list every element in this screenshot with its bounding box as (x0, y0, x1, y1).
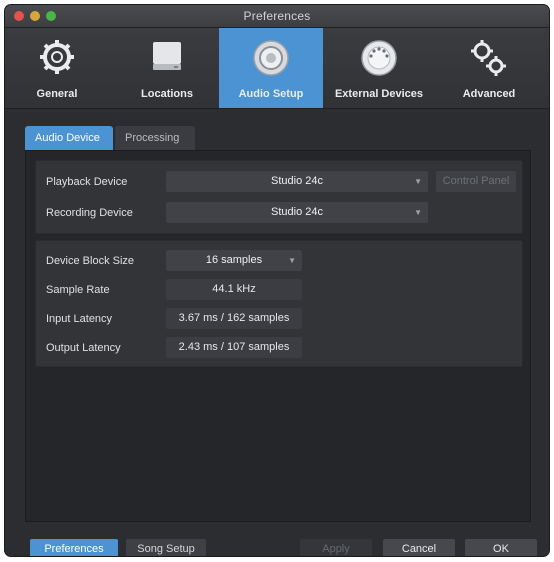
control-panel-button[interactable]: Control Panel (436, 171, 516, 192)
ok-button[interactable]: OK (465, 539, 537, 556)
toolbar-item-general[interactable]: General (5, 28, 109, 108)
block-size-dropdown[interactable]: 16 samples ▼ (166, 250, 302, 271)
playback-device-dropdown[interactable]: Studio 24c ▼ (166, 171, 428, 192)
audio-device-panel: Playback Device Studio 24c ▼ Control Pan… (25, 150, 531, 522)
settings-group: Device Block Size 16 samples ▼ Sample Ra… (35, 240, 523, 367)
sample-rate-label: Sample Rate (46, 284, 110, 296)
gears-icon (471, 40, 506, 76)
toolbar-item-locations[interactable]: Locations (115, 28, 219, 108)
chevron-down-icon: ▼ (414, 208, 422, 217)
toolbar-item-advanced[interactable]: Advanced (437, 28, 541, 108)
chevron-down-icon: ▼ (414, 177, 422, 186)
recording-device-value: Studio 24c (271, 206, 323, 218)
toolbar-label-audio-setup: Audio Setup (238, 88, 304, 100)
song-setup-button[interactable]: Song Setup (126, 539, 206, 556)
preferences-button[interactable]: Preferences (30, 539, 118, 556)
cancel-button[interactable]: Cancel (383, 539, 455, 556)
tab-audio-device[interactable]: Audio Device (25, 126, 113, 150)
preferences-window: Preferences General Locations Audio Setu… (5, 5, 549, 556)
window-title: Preferences (243, 9, 311, 23)
toolbar-item-audio-setup[interactable]: Audio Setup (219, 28, 323, 108)
chevron-down-icon: ▼ (288, 256, 296, 265)
output-latency-label: Output Latency (46, 342, 121, 354)
input-latency-value: 3.67 ms / 162 samples (166, 308, 302, 329)
playback-device-value: Studio 24c (271, 175, 323, 187)
block-size-value: 16 samples (205, 254, 263, 266)
preferences-toolbar: General Locations Audio Setup External D… (5, 28, 549, 109)
title-bar: Preferences (5, 5, 549, 28)
toolbar-label-general: General (36, 88, 78, 100)
toolbar-label-advanced: Advanced (462, 88, 516, 100)
toolbar-label-external-devices: External Devices (334, 88, 424, 100)
apply-button[interactable]: Apply (300, 539, 372, 556)
output-latency-value: 2.43 ms / 107 samples (166, 337, 302, 358)
midi-port-icon (361, 40, 397, 76)
input-latency-label: Input Latency (46, 313, 113, 325)
recording-device-label: Recording Device (46, 207, 133, 219)
drive-icon (153, 42, 181, 70)
recording-device-dropdown[interactable]: Studio 24c ▼ (166, 202, 428, 223)
device-group: Playback Device Studio 24c ▼ Control Pan… (35, 160, 523, 234)
tab-processing[interactable]: Processing (115, 126, 195, 150)
toolbar-item-external-devices[interactable]: External Devices (327, 28, 431, 108)
sample-rate-value: 44.1 kHz (166, 279, 302, 300)
speaker-icon (253, 40, 289, 76)
toolbar-label-locations: Locations (141, 88, 193, 100)
gear-icon (40, 40, 74, 74)
playback-device-label: Playback Device (46, 176, 128, 188)
block-size-label: Device Block Size (46, 255, 135, 267)
